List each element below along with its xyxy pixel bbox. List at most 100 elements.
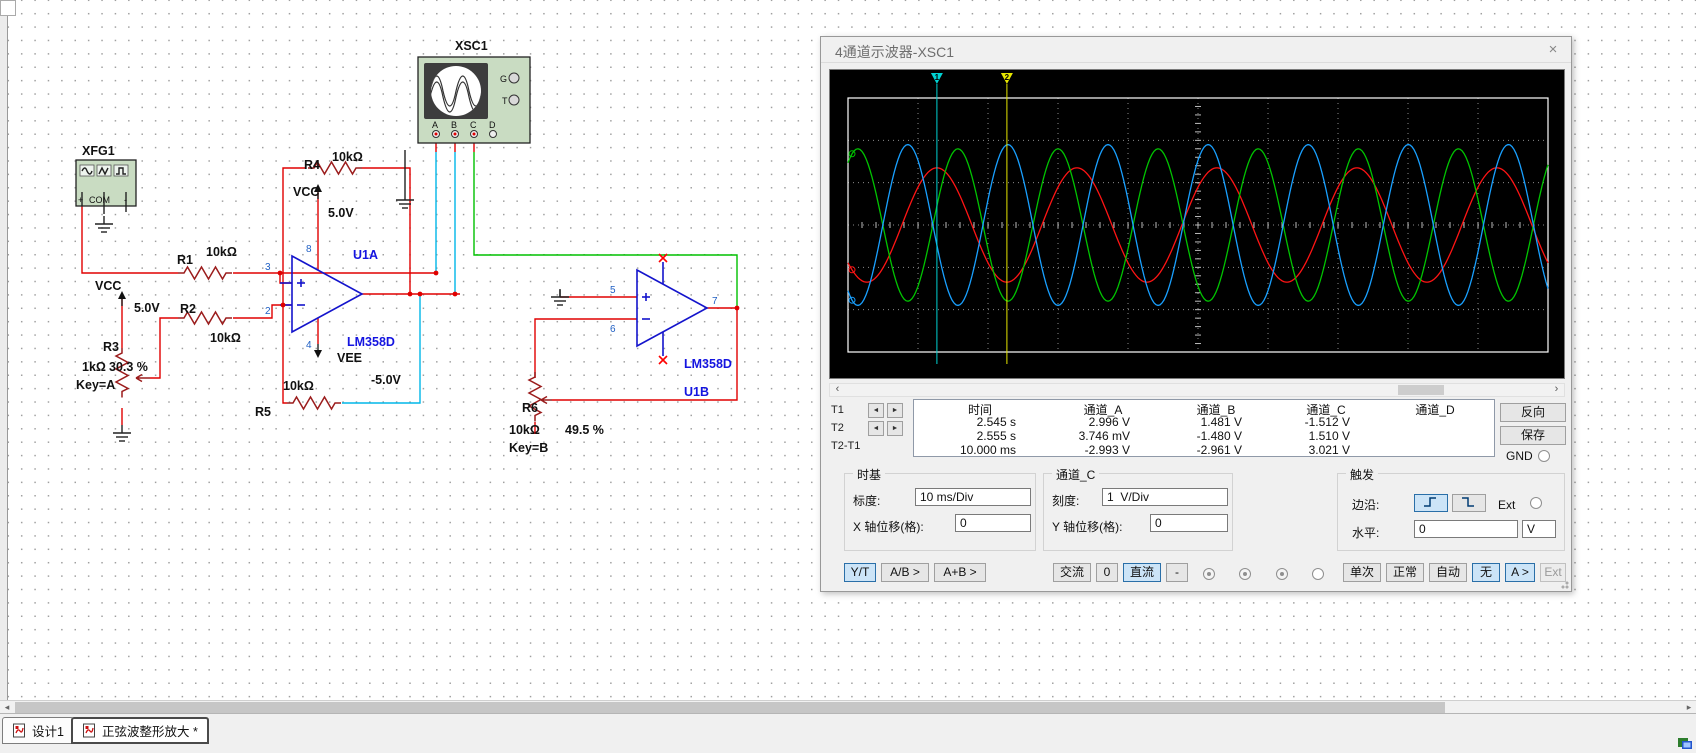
falling-edge-button[interactable] xyxy=(1452,494,1486,512)
cursor-left-button[interactable]: ◄ xyxy=(868,421,884,436)
app-horizontal-scrollbar[interactable]: ◂ ▸ xyxy=(0,700,1696,713)
scroll-right-icon[interactable]: ▸ xyxy=(1682,702,1696,713)
resistors[interactable] xyxy=(116,162,552,422)
cursor-label: T2-T1 xyxy=(831,440,865,452)
cursor-nav-panel: T1◄►T2◄►T2-T1 xyxy=(831,401,911,457)
ypos-label: Y 轴位移(格): xyxy=(1052,518,1122,535)
circuit-label: R5 xyxy=(255,405,271,419)
button-y/t[interactable]: Y/T xyxy=(844,563,876,582)
circuit-label: 2 xyxy=(265,306,271,317)
close-icon[interactable]: × xyxy=(1543,40,1563,60)
wire[interactable] xyxy=(150,318,178,378)
button-无[interactable]: 无 xyxy=(1472,563,1500,582)
left-panel-edge xyxy=(0,0,8,700)
y-position-input[interactable] xyxy=(1150,514,1228,532)
circuit-label: 5.0V xyxy=(328,206,354,220)
scroll-left-icon[interactable]: ‹ xyxy=(830,384,845,396)
scope-display-scrollbar[interactable]: ‹ › xyxy=(829,383,1565,397)
button-自动[interactable]: 自动 xyxy=(1429,563,1467,582)
cursor-left-button[interactable]: ◄ xyxy=(868,403,884,418)
terminal-g[interactable] xyxy=(509,73,519,83)
trigger-level-unit[interactable]: V xyxy=(1522,520,1556,538)
circuit-label: U1A xyxy=(353,248,378,262)
table-cell: -2.961 V xyxy=(1160,443,1272,457)
oscilloscope-xsc1-symbol[interactable] xyxy=(418,57,530,143)
vcc-symbol-left[interactable] xyxy=(118,291,126,306)
timebase-mode-buttons: Y/T A/B > A+B > xyxy=(844,563,991,582)
x-position-input[interactable] xyxy=(955,514,1031,532)
circuit-label: 10kΩ xyxy=(210,331,241,345)
rising-edge-icon xyxy=(1421,495,1441,509)
circuit-label: LM358D xyxy=(684,357,732,371)
channel-radio-1[interactable] xyxy=(1203,568,1215,580)
button-单次[interactable]: 单次 xyxy=(1343,563,1381,582)
circuit-label: + xyxy=(78,195,83,205)
trigger-group: 触发 边沿: Ext 水平: V xyxy=(1337,473,1565,551)
button-a/b[interactable]: A/B > xyxy=(881,563,929,582)
wire[interactable] xyxy=(474,152,737,308)
save-button[interactable]: 保存 xyxy=(1500,426,1566,445)
button-直流[interactable]: 直流 xyxy=(1123,563,1161,582)
wire[interactable] xyxy=(552,308,737,400)
reverse-button[interactable]: 反向 xyxy=(1500,403,1566,422)
timebase-scale-input[interactable] xyxy=(915,488,1031,506)
tab-sine-shaping[interactable]: 正弦波整形放大 * xyxy=(71,717,209,744)
wiper-arrow-r3[interactable] xyxy=(136,375,150,382)
wire[interactable] xyxy=(82,206,178,273)
circuit-label: -5.0V xyxy=(371,373,402,387)
tray-icon[interactable] xyxy=(1677,735,1693,751)
circuit-label: R6 xyxy=(522,401,538,415)
cursor-right-button[interactable]: ► xyxy=(887,403,903,418)
wires[interactable] xyxy=(82,138,737,434)
circuit-label: 5.0V xyxy=(134,301,160,315)
button-交流[interactable]: 交流 xyxy=(1053,563,1091,582)
terminal-t[interactable] xyxy=(509,95,519,105)
trigger-ext-radio[interactable] xyxy=(1530,497,1542,509)
scrollbar-thumb[interactable] xyxy=(1398,385,1444,395)
resistor-r5[interactable] xyxy=(287,397,341,409)
wire[interactable] xyxy=(362,168,410,294)
tab-label: 设计1 xyxy=(32,721,64,740)
button-0[interactable]: 0 xyxy=(1096,563,1118,582)
table-cell: -1.480 V xyxy=(1160,429,1272,443)
opamp-u1b[interactable] xyxy=(637,254,707,364)
gnd-radio[interactable] xyxy=(1538,450,1550,462)
channel-scale-input[interactable] xyxy=(1102,488,1228,506)
ground-symbols[interactable] xyxy=(95,192,569,441)
rising-edge-button[interactable] xyxy=(1414,494,1448,512)
circuit-label: Key=A xyxy=(76,378,115,392)
circuit-label: 10kΩ xyxy=(509,423,540,437)
scroll-right-icon[interactable]: › xyxy=(1549,384,1564,396)
wiper-arrow-r6[interactable] xyxy=(541,397,552,404)
circuit-label: R1 xyxy=(177,253,193,267)
tab-design1[interactable]: 设计1 xyxy=(2,717,74,744)
circuit-label: 10kΩ xyxy=(283,379,314,393)
button--[interactable]: - xyxy=(1166,563,1188,582)
ground-symbol[interactable] xyxy=(113,425,131,441)
scope-titlebar[interactable]: 4通道示波器-XSC1 × xyxy=(821,37,1571,63)
ground-symbol[interactable] xyxy=(95,216,113,232)
trigger-ext-label: Ext xyxy=(1498,498,1515,512)
ground-symbol[interactable] xyxy=(396,192,414,208)
resistor-r1[interactable] xyxy=(178,267,232,279)
channel-radio-3[interactable] xyxy=(1276,568,1288,580)
table-cell: 3.021 V xyxy=(1272,443,1380,457)
scroll-left-icon[interactable]: ◂ xyxy=(0,702,14,713)
channel-radio-2[interactable] xyxy=(1239,568,1251,580)
opamp-u1a[interactable] xyxy=(280,256,362,332)
resize-grip[interactable] xyxy=(1557,577,1569,589)
cursor-label: T2 xyxy=(831,422,865,434)
vee-symbol[interactable] xyxy=(314,344,322,358)
button-a+b[interactable]: A+B > xyxy=(934,563,986,582)
channel-radio-4[interactable] xyxy=(1312,568,1324,580)
table-header: 通道_B xyxy=(1160,401,1272,415)
ground-symbol[interactable] xyxy=(551,289,569,305)
trigger-level-input[interactable] xyxy=(1414,520,1518,538)
button-正常[interactable]: 正常 xyxy=(1386,563,1424,582)
circuit-label: 3 xyxy=(265,262,271,273)
button-a[interactable]: A > xyxy=(1505,563,1535,582)
channel-select-radios xyxy=(1203,567,1324,585)
scrollbar-thumb[interactable] xyxy=(15,702,1445,713)
cursor-right-button[interactable]: ► xyxy=(887,421,903,436)
wire[interactable] xyxy=(535,319,637,378)
